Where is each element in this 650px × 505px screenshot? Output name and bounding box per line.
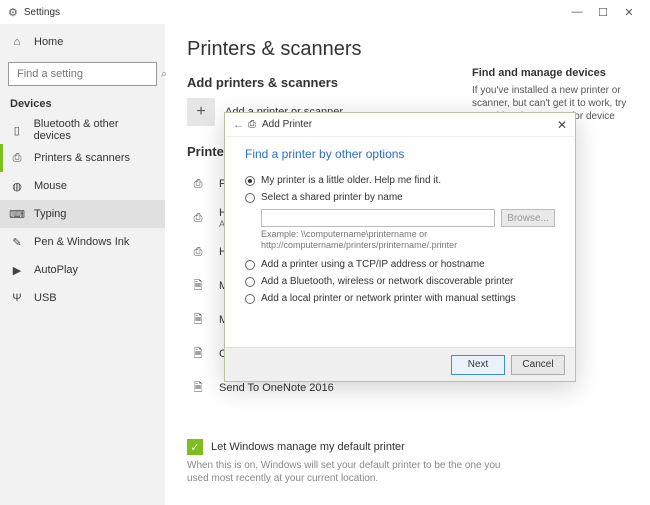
printer-name: Send To OneNote 2016 bbox=[219, 382, 334, 394]
radio-label: Select a shared printer by name bbox=[261, 192, 403, 203]
radio-icon bbox=[245, 260, 255, 270]
sidebar-item-printers[interactable]: ⎙ Printers & scanners bbox=[0, 144, 165, 172]
radio-selected-icon bbox=[245, 176, 255, 186]
radio-option-local[interactable]: Add a local printer or network printer w… bbox=[245, 293, 555, 304]
right-title: Find and manage devices bbox=[472, 66, 632, 80]
default-check-label: Let Windows manage my default printer bbox=[211, 441, 405, 453]
search-input-wrapper[interactable]: ⌕ bbox=[8, 62, 157, 86]
sidebar-item-label: Mouse bbox=[34, 180, 67, 192]
plus-icon: + bbox=[187, 98, 215, 126]
sidebar: ⌂ Home ⌕ Devices ▯ Bluetooth & other dev… bbox=[0, 24, 165, 505]
close-button[interactable]: ✕ bbox=[616, 2, 642, 22]
document-icon: 🗎 bbox=[187, 377, 209, 399]
sidebar-item-label: Typing bbox=[34, 208, 66, 220]
printer-icon: ⎙ bbox=[187, 241, 209, 263]
radio-label: Add a printer using a TCP/IP address or … bbox=[261, 259, 485, 270]
add-printer-dialog: ← ⎙ Add Printer ✕ Find a printer by othe… bbox=[224, 112, 576, 382]
next-button[interactable]: Next bbox=[451, 355, 505, 375]
printer-icon: ⎙ bbox=[248, 119, 256, 130]
default-check-description: When this is on, Windows will set your d… bbox=[187, 459, 507, 485]
keyboard-icon: ⌨ bbox=[10, 208, 24, 221]
usb-icon: Ψ bbox=[10, 292, 24, 304]
dialog-footer: Next Cancel bbox=[225, 347, 575, 381]
radio-icon bbox=[245, 277, 255, 287]
sidebar-home-label: Home bbox=[34, 36, 63, 48]
document-icon: 🗎 bbox=[187, 343, 209, 365]
radio-label: Add a local printer or network printer w… bbox=[261, 293, 516, 304]
dialog-header: ← ⎙ Add Printer ✕ bbox=[225, 113, 575, 137]
example-text: Example: \\computername\printername or h… bbox=[261, 229, 555, 251]
sidebar-item-pen[interactable]: ✎ Pen & Windows Ink bbox=[0, 228, 165, 256]
sidebar-item-label: Bluetooth & other devices bbox=[34, 118, 155, 142]
search-input[interactable] bbox=[15, 67, 161, 81]
bluetooth-icon: ▯ bbox=[10, 124, 24, 137]
sidebar-item-bluetooth[interactable]: ▯ Bluetooth & other devices bbox=[0, 116, 165, 144]
radio-option-tcpip[interactable]: Add a printer using a TCP/IP address or … bbox=[245, 259, 555, 270]
maximize-button[interactable]: ☐ bbox=[590, 2, 616, 22]
sidebar-item-autoplay[interactable]: ▶ AutoPlay bbox=[0, 256, 165, 284]
sidebar-item-label: AutoPlay bbox=[34, 264, 78, 276]
sidebar-section-header: Devices bbox=[0, 92, 165, 116]
radio-option-older[interactable]: My printer is a little older. Help me fi… bbox=[245, 175, 555, 186]
minimize-button[interactable]: — bbox=[564, 2, 590, 22]
sidebar-item-mouse[interactable]: ◍ Mouse bbox=[0, 172, 165, 200]
sidebar-item-label: USB bbox=[34, 292, 57, 304]
printer-icon: ⎙ bbox=[10, 152, 24, 165]
window-title: Settings bbox=[24, 7, 564, 18]
document-icon: 🗎 bbox=[187, 275, 209, 297]
default-printer-section: ✓ Let Windows manage my default printer … bbox=[187, 439, 628, 485]
mouse-icon: ◍ bbox=[10, 180, 24, 193]
home-icon: ⌂ bbox=[10, 36, 24, 48]
dialog-close-button[interactable]: ✕ bbox=[557, 118, 567, 132]
sidebar-item-typing[interactable]: ⌨ Typing bbox=[0, 200, 165, 228]
shared-printer-input[interactable] bbox=[261, 209, 495, 227]
radio-option-shared[interactable]: Select a shared printer by name bbox=[245, 192, 555, 203]
radio-label: Add a Bluetooth, wireless or network dis… bbox=[261, 276, 513, 287]
back-arrow-icon[interactable]: ← bbox=[233, 119, 244, 131]
sidebar-item-usb[interactable]: Ψ USB bbox=[0, 284, 165, 312]
window-titlebar: ⚙ Settings — ☐ ✕ bbox=[0, 0, 650, 24]
sidebar-home[interactable]: ⌂ Home bbox=[0, 28, 165, 56]
browse-button[interactable]: Browse... bbox=[501, 209, 555, 227]
pen-icon: ✎ bbox=[10, 236, 24, 249]
printer-icon: ⎙ bbox=[187, 173, 209, 195]
radio-label: My printer is a little older. Help me fi… bbox=[261, 175, 441, 186]
cancel-button[interactable]: Cancel bbox=[511, 355, 565, 375]
document-icon: 🗎 bbox=[187, 309, 209, 331]
radio-icon bbox=[245, 193, 255, 203]
radio-option-bluetooth[interactable]: Add a Bluetooth, wireless or network dis… bbox=[245, 276, 555, 287]
sidebar-item-label: Printers & scanners bbox=[34, 152, 130, 164]
dialog-header-title: Add Printer bbox=[262, 119, 557, 130]
checkbox-checked[interactable]: ✓ bbox=[187, 439, 203, 455]
dialog-title: Find a printer by other options bbox=[245, 147, 555, 161]
printer-icon: ⎙ bbox=[187, 207, 209, 229]
page-title: Printers & scanners bbox=[187, 38, 628, 61]
sidebar-item-label: Pen & Windows Ink bbox=[34, 236, 129, 248]
radio-icon bbox=[245, 294, 255, 304]
settings-icon: ⚙ bbox=[8, 6, 18, 19]
autoplay-icon: ▶ bbox=[10, 264, 24, 277]
